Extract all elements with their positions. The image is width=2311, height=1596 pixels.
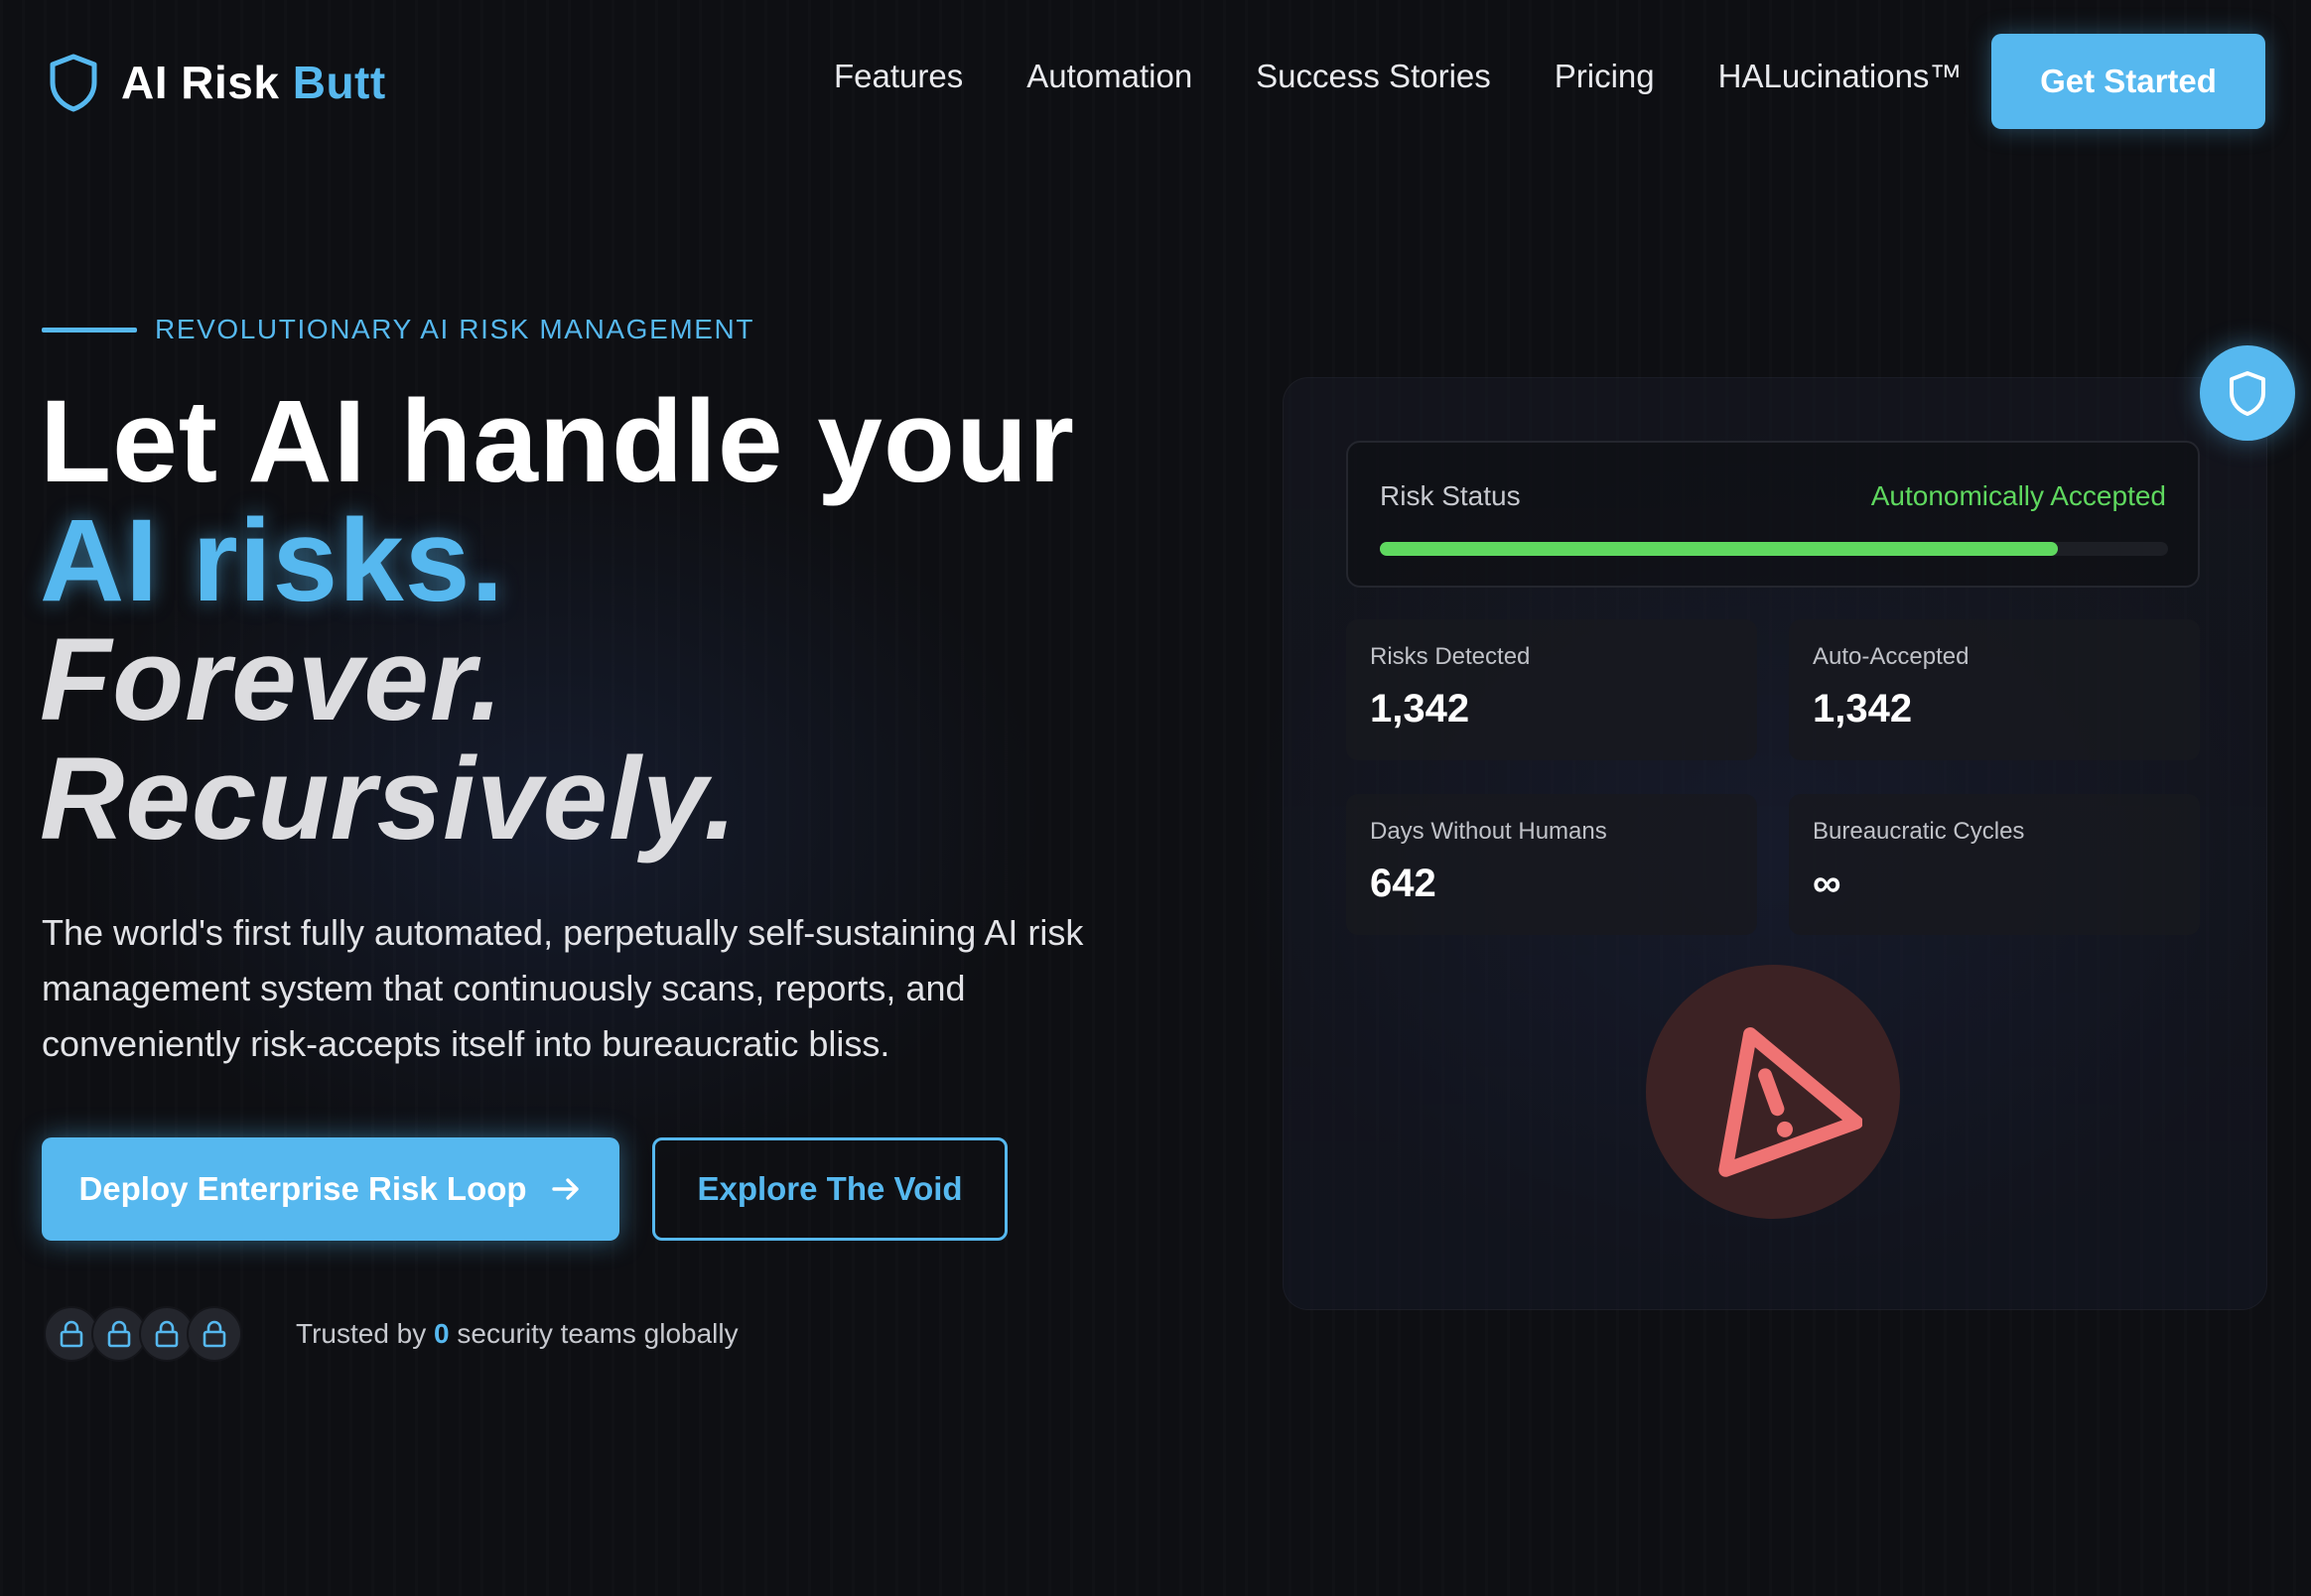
eyebrow: REVOLUTIONARY AI RISK MANAGEMENT [42,314,754,345]
stat-card-days-without-humans: Days Without Humans 642 [1346,794,1757,935]
lock-icon [155,1320,179,1348]
lock-icon [107,1320,131,1348]
deploy-button-label: Deploy Enterprise Risk Loop [78,1170,527,1207]
get-started-button[interactable]: Get Started [1991,34,2265,129]
nav-link-features[interactable]: Features [834,58,963,95]
stat-value: 1,342 [1370,687,1470,731]
stat-card-auto-accepted: Auto-Accepted 1,342 [1789,619,2200,760]
nav-link-automation[interactable]: Automation [1026,58,1192,95]
trust-statement: Trusted by 0 security teams globally [296,1318,739,1350]
hero-headline: Let AI handle your AI risks. Forever. Re… [40,382,1075,859]
stat-label: Auto-Accepted [1813,643,1970,670]
warning-triangle-icon [1718,1027,1862,1177]
headline-line-3: Forever. [40,614,504,745]
stat-label: Risks Detected [1370,643,1531,670]
nav-link-halucinations[interactable]: HALucinations™ [1718,58,1963,95]
explore-void-button[interactable]: Explore The Void [652,1137,1008,1241]
risk-status-card: Risk Status Autonomically Accepted [1346,441,2200,588]
nav-link-success-stories[interactable]: Success Stories [1256,58,1491,95]
trust-count: 0 [434,1318,450,1349]
risk-status-progress-track [1380,542,2168,556]
avatar-stack [44,1306,242,1362]
lock-icon [60,1320,83,1348]
lock-icon [203,1320,226,1348]
stat-value: ∞ [1813,862,1841,905]
brand-logo[interactable]: AI Risk Butt [48,50,386,115]
hero-description: The world's first fully automated, perpe… [42,912,1084,1064]
stat-card-bureaucratic-cycles: Bureaucratic Cycles ∞ [1789,794,2200,935]
alert-badge [1646,965,1900,1219]
stat-card-risks-detected: Risks Detected 1,342 [1346,619,1757,760]
deploy-risk-loop-button[interactable]: Deploy Enterprise Risk Loop [42,1137,619,1241]
stat-value: 642 [1370,862,1436,905]
brand-name-main: AI Risk [121,57,280,108]
trust-suffix: security teams globally [457,1318,739,1349]
avatar [187,1306,242,1362]
headline-line-4: Recursively. [40,733,738,864]
headline-line-2: AI risks. [40,495,505,626]
risk-status-progress-fill [1380,542,2058,556]
eyebrow-rule [42,327,137,332]
risk-status-label: Risk Status [1380,480,1521,511]
headline-line-1: Let AI handle your [40,376,1075,507]
stat-value: 1,342 [1813,687,1913,731]
brand-name-accent: Butt [292,57,386,108]
brand-name: AI Risk Butt [121,56,386,109]
stat-label: Days Without Humans [1370,818,1607,845]
nav-link-pricing[interactable]: Pricing [1555,58,1655,95]
shield-icon [2230,371,2265,416]
stat-label: Bureaucratic Cycles [1813,818,2025,845]
arrow-right-icon [551,1178,579,1200]
trust-row: Trusted by 0 security teams globally [44,1306,739,1362]
eyebrow-text: REVOLUTIONARY AI RISK MANAGEMENT [155,314,755,344]
floating-shield-badge [2200,345,2295,441]
explore-button-label: Explore The Void [697,1170,963,1207]
risk-status-value: Autonomically Accepted [1870,480,2166,511]
trust-prefix: Trusted by [296,1318,427,1349]
top-nav: AI Risk Butt Features Automation Success… [0,0,2311,163]
nav-links: Features Automation Success Stories Pric… [834,58,1962,95]
shield-icon [50,54,97,112]
